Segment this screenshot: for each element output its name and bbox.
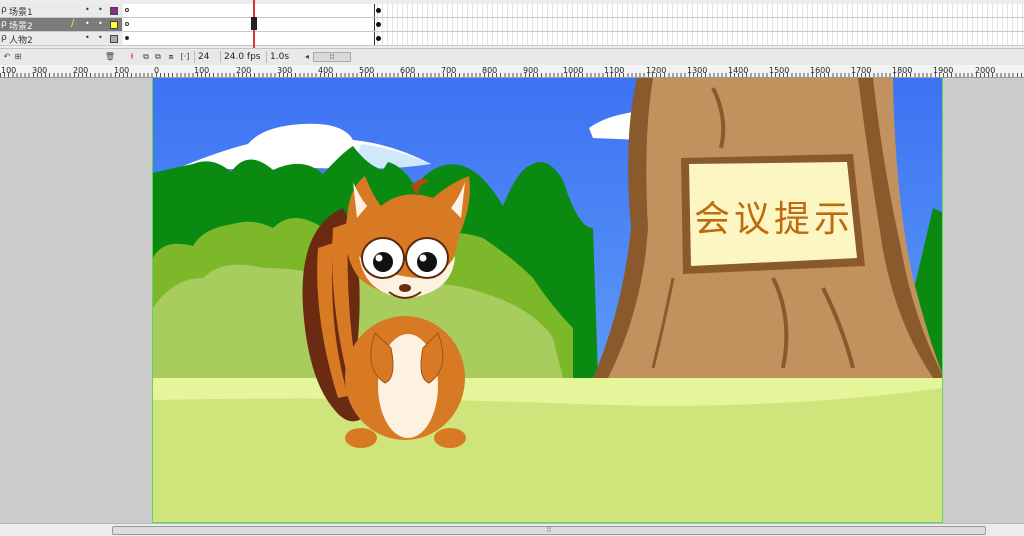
layer-color-swatch[interactable] [110, 35, 118, 43]
squirrel-nose [399, 284, 411, 292]
sign-text: 会议提示 [693, 199, 854, 240]
show-hide-dot[interactable]: • [85, 5, 90, 14]
layer-row-1[interactable]: ρ 场景1 • • [0, 4, 1024, 18]
ruler-label: 1400 [728, 66, 749, 75]
frame-rate-field[interactable]: 24.0 fps [220, 51, 266, 63]
layer-visibility-icon[interactable]: ρ [1, 19, 7, 29]
add-folder-icon[interactable]: ⊞ [12, 51, 24, 63]
pencil-icon: / [71, 18, 75, 29]
ruler-label: 500 [359, 66, 375, 75]
ruler-label: 100 [194, 66, 210, 75]
keyframe[interactable] [125, 36, 129, 40]
scroll-left-icon[interactable]: ◂ [301, 51, 313, 63]
scrollbar-thumb[interactable]: ⦙⦙⦙ [112, 526, 986, 535]
ruler-label: 400 [318, 66, 334, 75]
ruler-label: 800 [482, 66, 498, 75]
ruler-label: 1600 [810, 66, 831, 75]
horizontal-ruler: 100 300 200 100 0 100 200 300 400 500 60… [0, 65, 1024, 78]
layer-row-2[interactable]: ρ 场景2 / • • [0, 18, 1024, 32]
layer-name[interactable]: 场景1 [9, 5, 33, 18]
lock-dot[interactable]: • [98, 19, 103, 28]
keyframe[interactable] [376, 36, 381, 41]
ruler-label: 100 [114, 66, 130, 75]
keyframe[interactable] [376, 22, 381, 27]
lock-dot[interactable]: • [98, 5, 103, 14]
ruler-label: 200 [236, 66, 252, 75]
elapsed-time-field[interactable]: 1.0s [266, 51, 300, 63]
keyframe[interactable] [376, 8, 381, 13]
ruler-label: 700 [441, 66, 457, 75]
squirrel-left-foot [345, 428, 377, 448]
layer-frames[interactable] [123, 18, 1024, 32]
cartoon-scene [153, 78, 942, 522]
ruler-label: 200 [73, 66, 89, 75]
ruler-label: 600 [400, 66, 416, 75]
keyframe-empty[interactable] [125, 22, 129, 26]
onion-outline-icon[interactable]: ⧉ [152, 51, 164, 63]
stage-canvas[interactable]: 会议提示 [152, 78, 943, 523]
squirrel-right-foot [434, 428, 466, 448]
layer-frames[interactable] [123, 32, 1024, 46]
ruler-label: 300 [277, 66, 293, 75]
ruler-label: 1500 [769, 66, 790, 75]
layer-frames[interactable] [123, 4, 1024, 18]
ruler-label: 1300 [687, 66, 708, 75]
ruler-label: 1200 [646, 66, 667, 75]
show-hide-dot[interactable]: • [85, 19, 90, 28]
stage-horizontal-scrollbar[interactable]: ⦙⦙⦙ [0, 523, 1024, 536]
ruler-label: 1000 [563, 66, 584, 75]
layer-color-swatch[interactable] [110, 21, 118, 29]
layer-visibility-icon[interactable]: ρ [1, 33, 7, 43]
ruler-label: 1900 [933, 66, 954, 75]
layer-row-3[interactable]: ρ 人物2 • • [0, 32, 1024, 46]
ruler-label: 2000 [975, 66, 996, 75]
timeline-toolbar: ↶ ⊞ 🗑 ɫ ⧉ ⧉ ⧈ [·] 24 24.0 fps 1.0s ◂ ⦙⦙⦙ [0, 48, 1024, 65]
ruler-label: 0 [154, 66, 160, 75]
ruler-label: 1100 [604, 66, 625, 75]
timeline-panel: ρ 场景1 • • ρ 场景2 / • • ρ 人物2 • • ↶ ⊞ 🗑 ɫ … [0, 0, 1024, 65]
ruler-label: 100 [1, 66, 17, 75]
keyframe-empty[interactable] [125, 8, 129, 12]
ruler-label: 1800 [892, 66, 913, 75]
layer-name[interactable]: 人物2 [9, 33, 33, 46]
timeline-scroll-thumb[interactable]: ⦙⦙⦙ [313, 52, 351, 62]
ruler-label: 1700 [851, 66, 872, 75]
animation-editor: ρ 场景1 • • ρ 场景2 / • • ρ 人物2 • • ↶ ⊞ 🗑 ɫ … [0, 0, 1024, 536]
current-frame-field[interactable]: 24 [194, 51, 220, 63]
ruler-label: 900 [523, 66, 539, 75]
trash-icon[interactable]: 🗑 [104, 51, 116, 63]
lock-dot[interactable]: • [98, 33, 103, 42]
ruler-label: 300 [32, 66, 48, 75]
center-frame-icon[interactable]: ɫ [126, 51, 138, 63]
modify-markers-icon[interactable]: [·] [179, 51, 191, 63]
onion-skin-icon[interactable]: ⧉ [140, 51, 152, 63]
layer-color-swatch[interactable] [110, 7, 118, 15]
edit-multiple-frames-icon[interactable]: ⧈ [165, 51, 177, 63]
show-hide-dot[interactable]: • [85, 33, 90, 42]
current-frame-marker [251, 17, 257, 30]
layer-visibility-icon[interactable]: ρ [1, 5, 7, 15]
layer-name[interactable]: 场景2 [9, 19, 33, 32]
stage-pasteboard[interactable]: 会议提示 [0, 78, 1024, 523]
